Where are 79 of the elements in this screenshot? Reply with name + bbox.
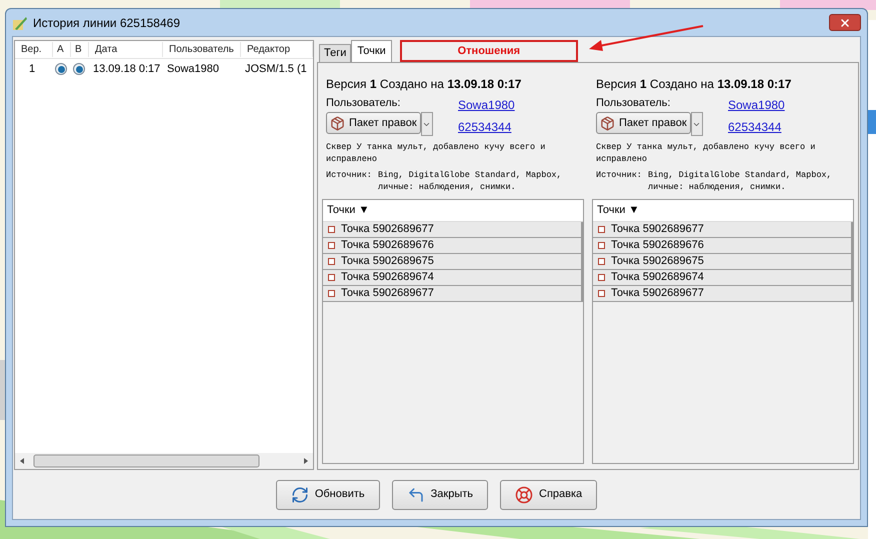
tab[interactable]: Точки [351,40,392,62]
source-text: Bing, DigitalGlobe Standard, Mapbox, личные: наблюдения, снимки. [648,169,833,193]
radio-button[interactable] [55,63,67,75]
node-row[interactable]: Точка 5902689677 [593,222,853,238]
date-cell-text: 13.09.18 0:17 [92,62,162,77]
lifebuoy-icon [515,486,534,504]
changeset-comment: Сквер У танка мульт, добавлено кучу всего и исправлено [326,141,546,165]
node-label: Точка 5902689674 [611,270,704,286]
dialog-button[interactable]: Закрыть [392,480,488,510]
list-header[interactable]: Точки ▼ [593,200,853,222]
node-label: Точка 5902689677 [611,286,704,302]
user-cell-text: Sowa1980 [166,62,220,77]
changeset-comment: Сквер У танка мульт, добавлено кучу всего и исправлено [596,141,816,165]
user-label: Пользователь: [326,96,402,110]
changeset-button[interactable]: Пакет правок [596,112,691,134]
tab[interactable]: Отношения [400,40,578,62]
column-header[interactable]: Вер. [15,42,53,57]
node-row[interactable]: Точка 5902689675 [593,254,853,270]
node-label: Точка 5902689676 [341,238,434,254]
node-label: Точка 5902689676 [611,238,704,254]
node-icon [328,242,335,249]
box-icon [600,116,615,130]
radio-button[interactable] [73,63,85,75]
node-row[interactable]: Точка 5902689674 [323,270,583,286]
node-label: Точка 5902689675 [611,254,704,270]
column-header[interactable]: В [71,42,89,57]
source-text: Bing, DigitalGlobe Standard, Mapbox, личные: наблюдения, снимки. [378,169,563,193]
version-cell-text: 1 [28,62,36,77]
changeset-button[interactable]: Пакет правок [326,112,421,134]
tab[interactable]: Теги [319,44,352,62]
history-row[interactable]: 1 13.09.18 0:17 Sowa1980 JOSM/1.5 (1 [15,59,313,79]
map-pencil-icon [12,14,28,30]
version-heading: Версия 1 Создано на 13.09.18 0:17 [326,76,522,93]
node-icon [598,274,605,281]
node-row[interactable]: Точка 5902689675 [323,254,583,270]
node-icon [328,258,335,265]
editor-cell-text: JOSM/1.5 (1 [244,62,307,77]
user-label: Пользователь: [596,96,672,110]
column-header[interactable]: Дата [89,42,163,57]
column-header[interactable]: Редактор [241,42,313,57]
node-row[interactable]: Точка 5902689676 [323,238,583,254]
node-label: Точка 5902689677 [341,222,434,238]
node-icon [328,290,335,297]
window-title: История линии 625158469 [33,14,180,32]
horizontal-scrollbar[interactable] [15,453,313,469]
node-row[interactable]: Точка 5902689677 [593,286,853,302]
changeset-link[interactable]: 62534344 [728,118,785,137]
node-icon [598,290,605,297]
node-row[interactable]: Точка 5902689674 [593,270,853,286]
dropdown-button[interactable] [690,112,703,136]
dialog-button[interactable]: Справка [500,480,598,510]
refresh-icon [290,486,309,504]
version-heading: Версия 1 Создано на 13.09.18 0:17 [596,76,792,93]
list-header[interactable]: Точки ▼ [323,200,583,222]
user-link[interactable]: Sowa1980 [728,96,785,115]
source-label: Источник: [596,169,643,182]
node-label: Точка 5902689674 [341,270,434,286]
source-label: Источник: [326,169,373,182]
changeset-link[interactable]: 62534344 [458,118,515,137]
node-icon [598,258,605,265]
close-button[interactable] [829,14,861,31]
node-row[interactable]: Точка 5902689677 [323,222,583,238]
close-icon [839,16,851,28]
user-link[interactable]: Sowa1980 [458,96,515,115]
dropdown-button[interactable] [420,112,433,136]
node-icon [598,242,605,249]
node-label: Точка 5902689677 [341,286,434,302]
node-label: Точка 5902689677 [611,222,704,238]
return-arrow-icon [406,486,425,504]
dialog-button[interactable]: Обновить [276,480,380,510]
node-row[interactable]: Точка 5902689677 [323,286,583,302]
column-header[interactable]: А [53,42,71,57]
column-header[interactable]: Пользователь [163,42,241,57]
node-label: Точка 5902689675 [341,254,434,270]
node-icon [328,274,335,281]
node-icon [598,226,605,233]
node-icon [328,226,335,233]
box-icon [330,116,345,130]
node-row[interactable]: Точка 5902689676 [593,238,853,254]
